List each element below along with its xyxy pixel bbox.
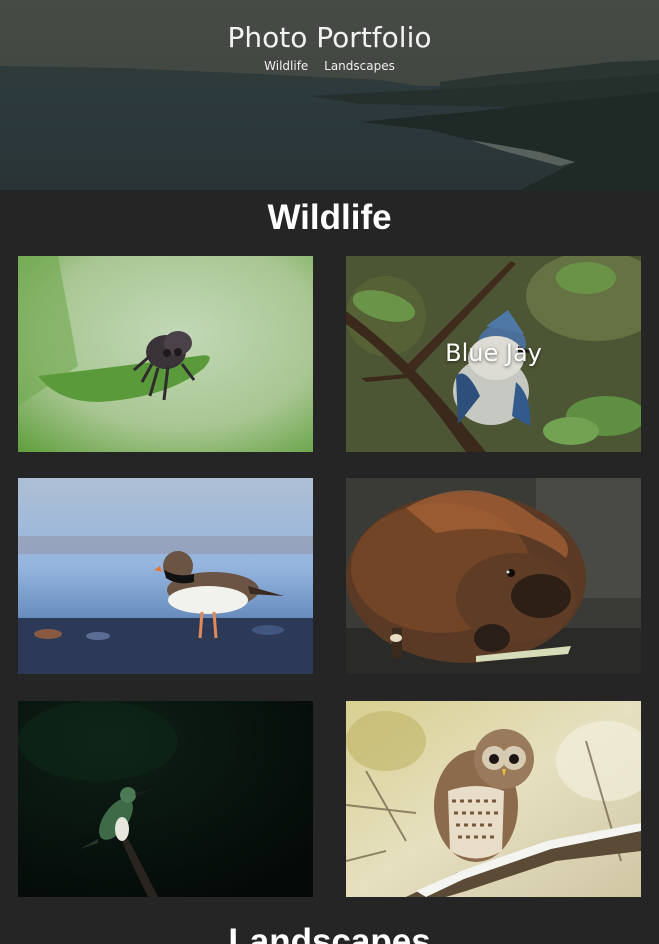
beaver-photo bbox=[346, 478, 641, 674]
hero-banner: Photo Portfolio Wildlife Landscapes bbox=[0, 0, 659, 190]
photo-tile-jumping-spider[interactable] bbox=[18, 256, 313, 452]
hummingbird-photo bbox=[18, 701, 313, 897]
plover-photo bbox=[18, 478, 313, 674]
photo-tile-blue-jay[interactable]: Blue Jay bbox=[346, 256, 641, 452]
barred-owl-photo bbox=[346, 701, 641, 897]
photo-tile-beaver[interactable] bbox=[346, 478, 641, 674]
photo-caption: Blue Jay bbox=[445, 339, 542, 367]
photo-tile-hummingbird[interactable] bbox=[18, 701, 313, 897]
section-title-landscapes: Landscapes bbox=[228, 922, 431, 944]
nav-link-landscapes[interactable]: Landscapes bbox=[324, 59, 395, 73]
photo-tile-barred-owl[interactable] bbox=[346, 701, 641, 897]
section-title-wildlife: Wildlife bbox=[267, 198, 392, 237]
photo-tile-plover[interactable] bbox=[18, 478, 313, 674]
page-title: Photo Portfolio bbox=[227, 21, 432, 54]
nav-link-wildlife[interactable]: Wildlife bbox=[264, 59, 308, 73]
main-nav: Wildlife Landscapes bbox=[0, 59, 659, 73]
jumping-spider-photo bbox=[18, 256, 313, 452]
